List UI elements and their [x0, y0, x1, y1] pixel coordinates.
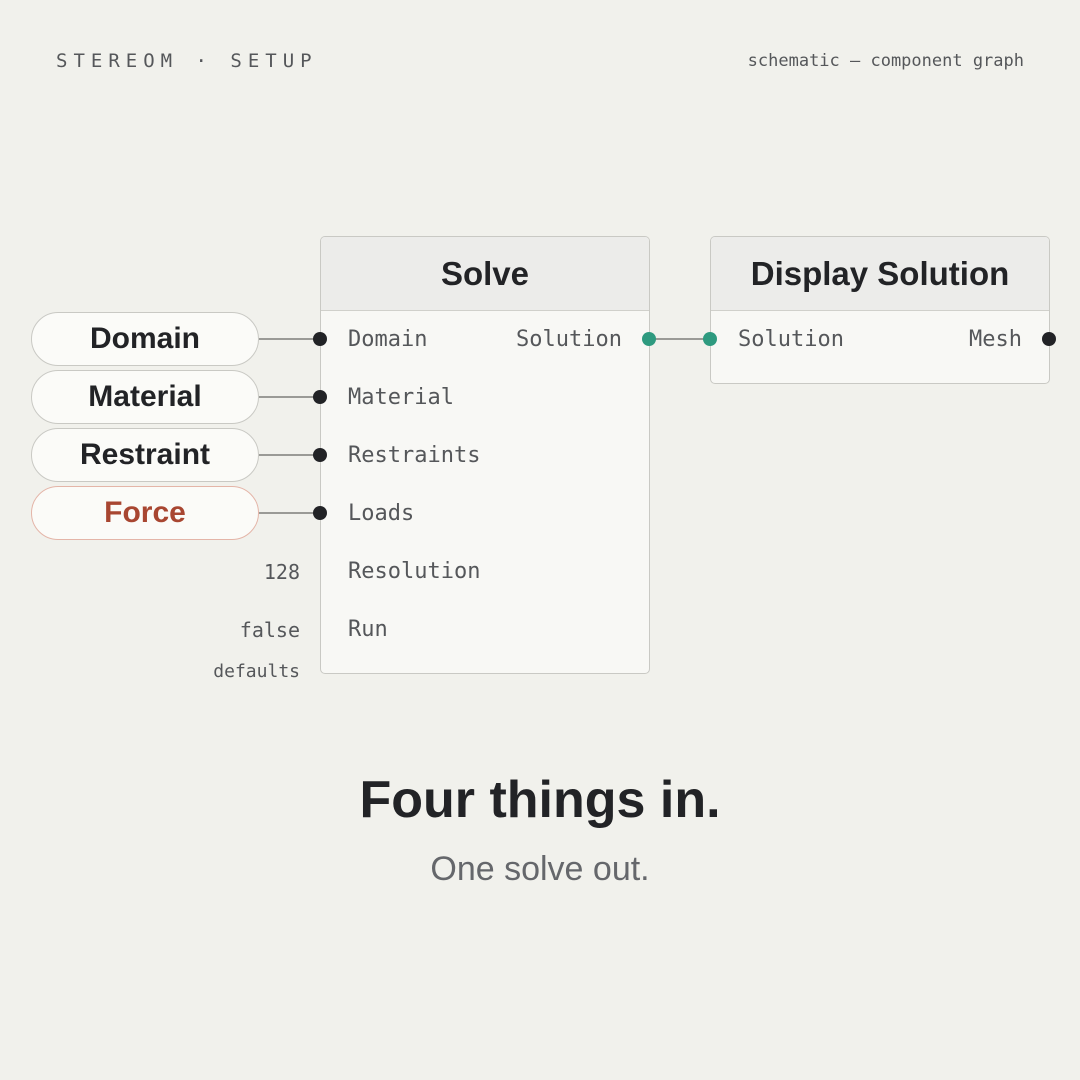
input-pill-domain[interactable]: Domain: [31, 312, 259, 366]
solve-input-domain: Domain: [348, 327, 428, 352]
wire-force: [259, 512, 321, 514]
port-solve-domain[interactable]: [313, 332, 327, 346]
solve-input-run: Run: [348, 617, 388, 642]
display-output-mesh: Mesh: [969, 327, 1022, 352]
default-run-value: false: [239, 618, 300, 642]
port-solve-material[interactable]: [313, 390, 327, 404]
wire-material: [259, 396, 321, 398]
solve-node[interactable]: Solve Domain Solution Material Restraint…: [320, 236, 650, 674]
wire-solution: [650, 338, 710, 340]
port-solve-restraints[interactable]: [313, 448, 327, 462]
solve-input-resolution: Resolution: [348, 559, 481, 584]
defaults-caption: defaults: [213, 661, 300, 682]
brand-title: STEREOM · SETUP: [56, 50, 318, 72]
port-display-mesh-out[interactable]: [1042, 332, 1056, 346]
default-resolution-value: 128: [263, 560, 300, 584]
display-solution-node[interactable]: Display Solution Solution Mesh: [710, 236, 1050, 384]
tagline: One solve out.: [430, 850, 650, 888]
port-solve-loads[interactable]: [313, 506, 327, 520]
solve-input-loads: Loads: [348, 501, 415, 526]
solve-input-restraints: Restraints: [348, 443, 481, 468]
display-input-solution: Solution: [738, 327, 844, 352]
input-pill-material[interactable]: Material: [31, 370, 259, 424]
wire-restraint: [259, 454, 321, 456]
solve-node-title: Solve: [321, 237, 649, 311]
input-pill-force[interactable]: Force: [31, 486, 259, 540]
headline: Four things in.: [359, 771, 721, 829]
port-display-solution-in[interactable]: [703, 332, 717, 346]
diagram-subtitle: schematic — component graph: [747, 51, 1024, 71]
display-node-title: Display Solution: [711, 237, 1049, 311]
solve-output-solution: Solution: [516, 327, 622, 352]
wire-domain: [259, 338, 321, 340]
port-solve-solution-out[interactable]: [642, 332, 656, 346]
solve-input-material: Material: [348, 385, 454, 410]
input-pill-restraint[interactable]: Restraint: [31, 428, 259, 482]
